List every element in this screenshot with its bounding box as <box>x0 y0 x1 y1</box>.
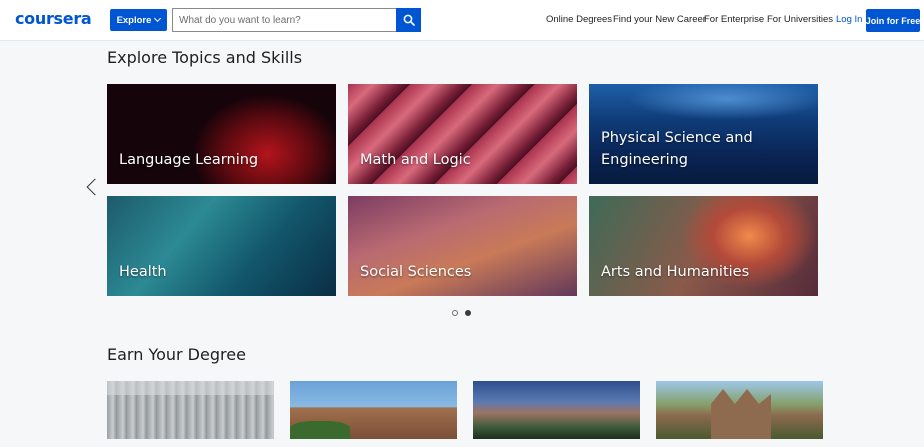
explore-button[interactable]: Explore <box>110 9 167 31</box>
degree-card-image[interactable] <box>290 381 457 439</box>
degrees-section-title: Earn Your Degree <box>107 345 246 364</box>
chevron-down-icon <box>154 14 162 23</box>
carousel-prev-arrow[interactable] <box>86 176 98 198</box>
topic-card-health[interactable]: Health <box>107 196 336 296</box>
topic-card-label: Social Sciences <box>360 264 472 280</box>
degree-card-image[interactable] <box>656 381 823 439</box>
topic-card-physical-science[interactable]: Physical Science and Engineering <box>589 84 818 184</box>
topic-card-language-learning[interactable]: Language Learning <box>107 84 336 184</box>
topic-card-label: Arts and Humanities <box>601 264 750 280</box>
explore-button-label: Explore <box>116 14 152 26</box>
nav-find-career[interactable]: Find your New Career <box>613 14 706 25</box>
topic-card-label: Language Learning <box>119 152 259 168</box>
topic-card-math-logic[interactable]: Math and Logic <box>348 84 577 184</box>
top-header: coursera Explore Online Degrees Find you… <box>0 0 924 41</box>
topic-card-label: Math and Logic <box>360 152 471 168</box>
topics-section-title: Explore Topics and Skills <box>107 48 303 67</box>
degree-card-image[interactable] <box>473 381 640 439</box>
coursera-logo[interactable]: coursera <box>15 9 92 28</box>
topic-card-arts-humanities[interactable]: Arts and Humanities <box>589 196 818 296</box>
topic-card-label: Physical Science and Engineering <box>601 130 753 168</box>
nav-for-enterprise[interactable]: For Enterprise <box>704 14 764 25</box>
search-button[interactable] <box>396 8 421 32</box>
topic-card-social-sciences[interactable]: Social Sciences <box>348 196 577 296</box>
carousel-dot-2-active[interactable] <box>465 310 471 316</box>
join-for-free-button[interactable]: Join for Free <box>866 9 920 32</box>
search-input[interactable] <box>172 8 397 32</box>
nav-online-degrees[interactable]: Online Degrees <box>546 14 612 25</box>
carousel-dot-1[interactable] <box>452 310 458 316</box>
search-icon <box>403 14 415 26</box>
login-link[interactable]: Log In <box>836 14 862 25</box>
nav-for-universities[interactable]: For Universities <box>767 14 833 25</box>
degree-card-image[interactable] <box>107 381 274 439</box>
topic-card-label: Health <box>119 264 167 280</box>
